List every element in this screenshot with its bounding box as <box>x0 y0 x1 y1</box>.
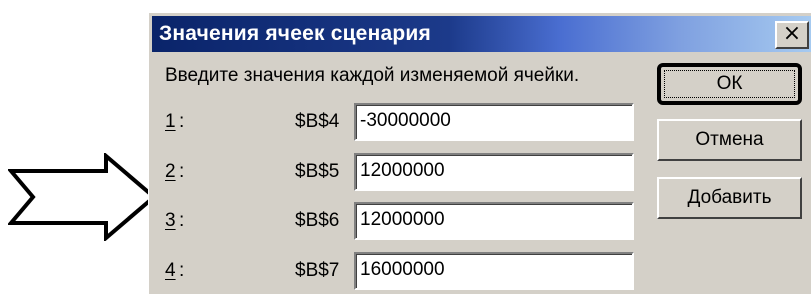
cell-value-input-2[interactable]: 12000000 <box>354 153 634 191</box>
row-number-3: 3 <box>165 210 176 231</box>
ok-button[interactable]: ОК <box>657 63 802 105</box>
row-number-1: 1 <box>165 111 176 132</box>
row-number-2: 2 <box>165 161 176 182</box>
cell-ref-3: $B$6 <box>295 210 340 231</box>
scenario-values-dialog: Значения ячеек сценария × Введите значен… <box>148 12 811 294</box>
cell-value-input-1[interactable]: -30000000 <box>354 103 634 141</box>
row-colon-4: : <box>179 260 185 281</box>
dialog-title: Значения ячеек сценария <box>159 22 431 45</box>
prompt-label: Введите значения каждой изменяемой ячейк… <box>165 65 580 86</box>
title-bar: Значения ячеек сценария × <box>152 16 811 52</box>
cancel-button[interactable]: Отмена <box>657 119 802 161</box>
row-colon-1: : <box>179 111 185 132</box>
add-button-label: Добавить <box>687 187 772 208</box>
close-button[interactable]: × <box>775 21 809 49</box>
cell-ref-4: $B$7 <box>295 260 340 281</box>
cancel-button-label: Отмена <box>695 129 764 150</box>
add-button[interactable]: Добавить <box>657 177 802 219</box>
right-arrow-icon <box>8 153 158 241</box>
cell-ref-1: $B$4 <box>295 111 340 132</box>
cell-value-input-4[interactable]: 16000000 <box>354 252 634 290</box>
cell-value-input-3[interactable]: 12000000 <box>354 202 634 240</box>
row-number-4: 4 <box>165 260 176 281</box>
cell-ref-2: $B$5 <box>295 161 340 182</box>
row-colon-2: : <box>179 161 185 182</box>
close-icon: × <box>782 21 802 46</box>
focus-rect <box>664 70 795 98</box>
row-colon-3: : <box>179 210 185 231</box>
